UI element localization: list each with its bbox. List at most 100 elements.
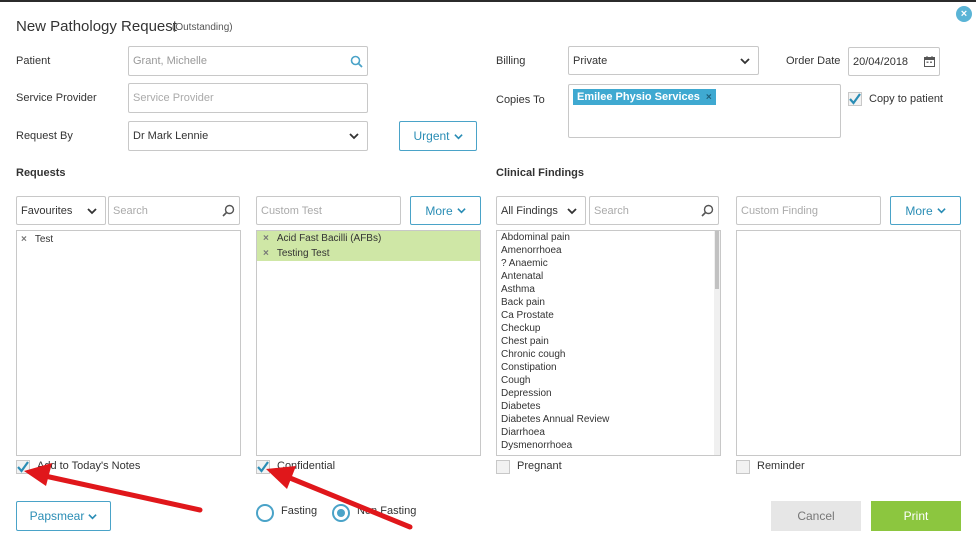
copies-to-tag[interactable]: Emilee Physio Services ×: [573, 89, 716, 105]
papsmear-button[interactable]: Papsmear: [16, 501, 111, 531]
findings-more-button[interactable]: More: [890, 196, 961, 225]
confidential-checkbox[interactable]: [256, 460, 270, 474]
dialog-status: (Outstanding): [172, 22, 233, 33]
order-date-value: 20/04/2018: [853, 55, 909, 68]
finding-item[interactable]: Dysmenorrhoea: [497, 439, 715, 452]
search-icon[interactable]: [350, 55, 363, 68]
copy-to-patient-label: Copy to patient: [869, 93, 943, 105]
request-by-value: Dr Mark Lennie: [133, 130, 209, 142]
findings-search-input[interactable]: Search: [589, 196, 719, 225]
search-icon[interactable]: [701, 204, 714, 217]
requests-more-button[interactable]: More: [410, 196, 481, 225]
billing-label: Billing: [496, 55, 526, 67]
remove-icon[interactable]: ×: [21, 233, 27, 246]
finding-item[interactable]: Checkup: [497, 322, 715, 335]
calendar-icon[interactable]: [924, 56, 935, 67]
order-date-input[interactable]: 20/04/2018: [848, 47, 940, 76]
dialog-title: New Pathology Request: [16, 18, 177, 35]
requests-search-input[interactable]: Search: [108, 196, 240, 225]
custom-finding-placeholder: Custom Finding: [741, 204, 819, 217]
copies-to-tag-label: Emilee Physio Services: [577, 91, 700, 103]
request-by-label: Request By: [16, 130, 73, 142]
finding-item[interactable]: Ca Prostate: [497, 309, 715, 322]
reminder-checkbox[interactable]: [736, 460, 750, 474]
finding-item[interactable]: Cough: [497, 374, 715, 387]
checkmark-icon: [849, 93, 861, 105]
urgent-button[interactable]: Urgent: [399, 121, 477, 151]
billing-select[interactable]: Private: [568, 46, 759, 75]
chevron-down-icon: [740, 57, 750, 64]
scrollbar-thumb[interactable]: [715, 231, 719, 289]
chevron-down-icon: [456, 208, 466, 214]
selected-test-row[interactable]: × Testing Test: [257, 246, 480, 261]
selected-findings-list[interactable]: [736, 230, 961, 456]
remove-tag-icon[interactable]: ×: [706, 92, 712, 103]
finding-item[interactable]: Antenatal: [497, 270, 715, 283]
fasting-label: Fasting: [281, 505, 318, 517]
finding-item[interactable]: Abdominal pain: [497, 231, 715, 244]
list-item[interactable]: × Test: [17, 233, 240, 246]
finding-item[interactable]: ? Anaemic: [497, 257, 715, 270]
finding-item[interactable]: Back pain: [497, 296, 715, 309]
list-item-label: Test: [34, 234, 54, 245]
favourites-list[interactable]: × Test: [16, 230, 241, 456]
patient-value: Grant, Michelle: [133, 55, 207, 67]
non-fasting-radio[interactable]: [332, 504, 350, 522]
selected-test-label: Testing Test: [276, 248, 330, 259]
patient-label: Patient: [16, 55, 51, 67]
finding-item[interactable]: Diabetes Annual Review: [497, 413, 715, 426]
finding-item[interactable]: Diabetes: [497, 400, 715, 413]
chevron-down-icon: [88, 513, 98, 519]
chevron-down-icon: [936, 208, 946, 214]
service-provider-input[interactable]: Service Provider: [128, 83, 368, 113]
finding-item[interactable]: Amenorrhoea: [497, 244, 715, 257]
finding-item[interactable]: Asthma: [497, 283, 715, 296]
print-button[interactable]: Print: [871, 501, 961, 531]
findings-list[interactable]: Abdominal pain Amenorrhoea? Anaemic Antena…: [496, 230, 721, 456]
add-to-notes-checkbox[interactable]: [16, 460, 30, 474]
checkmark-icon: [257, 461, 269, 473]
pregnant-label: Pregnant: [517, 460, 562, 472]
finding-item[interactable]: Diarrhoea: [497, 426, 715, 439]
request-by-select[interactable]: Dr Mark Lennie: [128, 121, 368, 151]
pregnant-checkbox[interactable]: [496, 460, 510, 474]
custom-finding-input[interactable]: Custom Finding: [736, 196, 881, 225]
findings-filter-value: All Findings: [501, 204, 558, 217]
finding-item[interactable]: Chronic cough: [497, 348, 715, 361]
confidential-label: Confidential: [277, 460, 336, 472]
checkmark-icon: [17, 461, 29, 473]
requests-filter-value: Favourites: [21, 204, 73, 217]
copies-to-field[interactable]: Emilee Physio Services ×: [568, 84, 841, 138]
urgent-label: Urgent: [413, 129, 450, 143]
findings-scrollbar[interactable]: [714, 231, 720, 455]
close-icon[interactable]: ×: [956, 6, 972, 22]
chevron-down-icon: [453, 133, 463, 139]
more-label: More: [905, 203, 933, 218]
remove-icon[interactable]: ×: [263, 248, 269, 259]
requests-heading: Requests: [16, 167, 66, 179]
window-top-edge: [0, 0, 976, 2]
selected-test-row[interactable]: × Acid Fast Bacilli (AFBs): [257, 231, 480, 246]
papsmear-label: Papsmear: [29, 509, 85, 523]
findings-filter-select[interactable]: All Findings: [496, 196, 586, 225]
requests-filter-select[interactable]: Favourites: [16, 196, 106, 225]
reminder-label: Reminder: [757, 460, 805, 472]
copies-to-label: Copies To: [496, 94, 545, 106]
custom-test-input[interactable]: Custom Test: [256, 196, 401, 225]
custom-test-placeholder: Custom Test: [261, 204, 322, 217]
finding-item[interactable]: Chest pain: [497, 335, 715, 348]
selected-tests-list[interactable]: × Acid Fast Bacilli (AFBs) × Testing Tes…: [256, 230, 481, 456]
findings-search-placeholder: Search: [594, 204, 629, 217]
service-provider-label: Service Provider: [16, 92, 97, 104]
clinical-findings-heading: Clinical Findings: [496, 167, 585, 179]
non-fasting-label: Non Fasting: [357, 505, 417, 517]
fasting-radio[interactable]: [256, 504, 274, 522]
search-icon[interactable]: [222, 204, 235, 217]
radio-selected-dot: [337, 509, 345, 517]
remove-icon[interactable]: ×: [263, 233, 269, 244]
finding-item[interactable]: Depression: [497, 387, 715, 400]
patient-field[interactable]: Grant, Michelle: [128, 46, 368, 76]
copy-to-patient-checkbox[interactable]: [848, 92, 862, 106]
finding-item[interactable]: Constipation: [497, 361, 715, 374]
cancel-button[interactable]: Cancel: [771, 501, 861, 531]
